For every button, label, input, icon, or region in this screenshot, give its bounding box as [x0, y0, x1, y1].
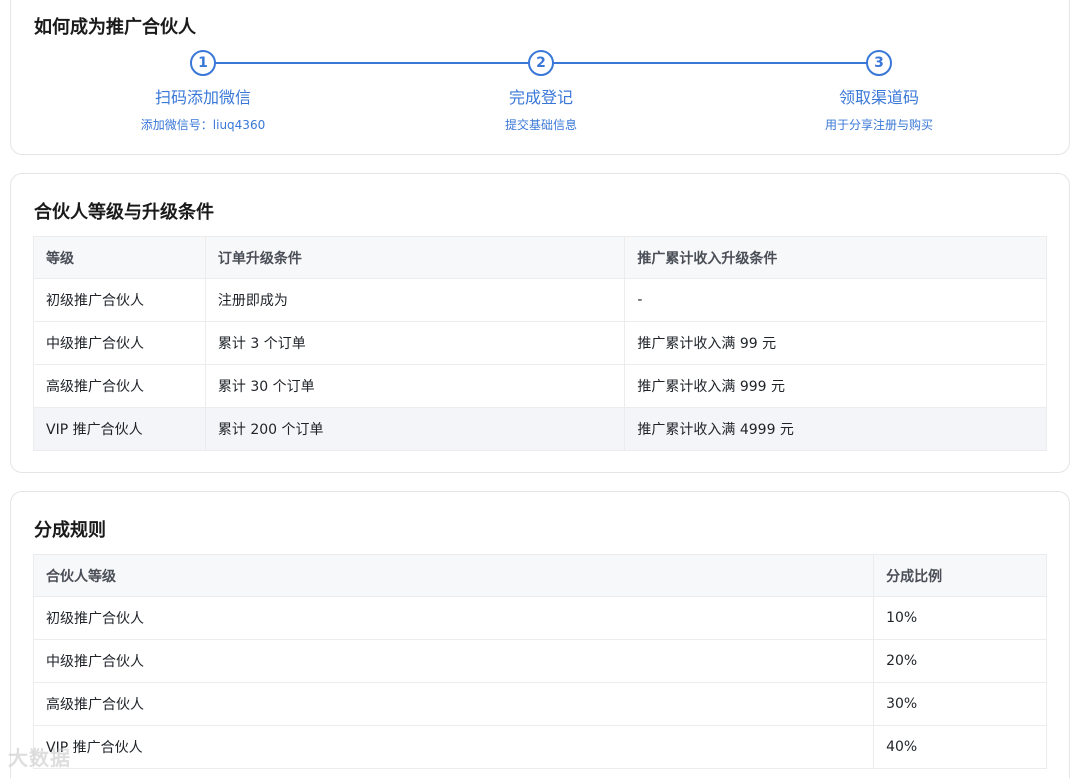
- table-row: 中级推广合伙人 20%: [32, 639, 1047, 683]
- levels-card: 合伙人等级与升级条件 等级 订单升级条件 推广累计收入升级条件 初级推广合伙人 …: [10, 173, 1070, 473]
- step-desc: 添加微信号：liuq4360: [140, 118, 266, 132]
- table-cell: 20%: [873, 639, 1047, 683]
- table-row: VIP 推广合伙人 累计 200 个订单 推广累计收入满 4999 元: [33, 407, 1047, 451]
- table-header-row: 合伙人等级 分成比例: [32, 554, 1047, 597]
- step-number: 2: [528, 50, 554, 76]
- table-cell: 推广累计收入满 999 元: [624, 364, 1047, 408]
- commission-table: 合伙人等级 分成比例 初级推广合伙人 10% 中级推广合伙人 20% 高级推广合…: [32, 554, 1047, 769]
- step-number: 3: [866, 50, 892, 76]
- column-header: 合伙人等级: [32, 554, 875, 597]
- table-cell: 推广累计收入满 99 元: [624, 321, 1047, 365]
- commission-card: 分成规则 合伙人等级 分成比例 初级推广合伙人 10% 中级推广合伙人 20% …: [10, 491, 1070, 778]
- table-cell: 中级推广合伙人: [33, 321, 206, 365]
- how-to-join-card: 如何成为推广合伙人 1 扫码添加微信 添加微信号：liuq4360 2 完成登记…: [10, 0, 1070, 155]
- section-title: 合伙人等级与升级条件: [34, 202, 214, 223]
- table-cell: 10%: [873, 596, 1047, 640]
- table-cell: 中级推广合伙人: [32, 639, 875, 683]
- table-cell: 30%: [873, 682, 1047, 726]
- table-cell: 推广累计收入满 4999 元: [624, 407, 1047, 451]
- table-cell: 累计 3 个订单: [204, 321, 626, 365]
- step-desc: 用于分享注册与购买: [824, 118, 933, 132]
- table-cell: 高级推广合伙人: [32, 682, 875, 726]
- table-row: 中级推广合伙人 累计 3 个订单 推广累计收入满 99 元: [33, 321, 1047, 365]
- table-row: VIP 推广合伙人 40%: [32, 725, 1047, 769]
- table-cell: 高级推广合伙人: [33, 364, 206, 408]
- table-cell: 注册即成为: [204, 278, 626, 322]
- table-row: 初级推广合伙人 注册即成为 -: [33, 278, 1047, 322]
- section-title: 分成规则: [34, 520, 106, 541]
- step-desc: 提交基础信息: [504, 118, 577, 132]
- step-title: 扫码添加微信: [154, 88, 251, 107]
- section-title: 如何成为推广合伙人: [34, 17, 196, 38]
- table-cell: 初级推广合伙人: [33, 278, 206, 322]
- step-title: 领取渠道码: [838, 88, 919, 107]
- levels-table: 等级 订单升级条件 推广累计收入升级条件 初级推广合伙人 注册即成为 - 中级推…: [33, 236, 1047, 451]
- table-row: 高级推广合伙人 累计 30 个订单 推广累计收入满 999 元: [33, 364, 1047, 408]
- table-row: 初级推广合伙人 10%: [32, 596, 1047, 640]
- column-header: 等级: [33, 236, 206, 279]
- table-cell: VIP 推广合伙人: [32, 725, 875, 769]
- step-number: 1: [190, 50, 216, 76]
- watermark: 大数据: [8, 746, 71, 770]
- column-header: 推广累计收入升级条件: [624, 236, 1047, 279]
- table-row: 高级推广合伙人 30%: [32, 682, 1047, 726]
- column-header: 订单升级条件: [204, 236, 626, 279]
- table-header-row: 等级 订单升级条件 推广累计收入升级条件: [33, 236, 1047, 279]
- table-cell: 40%: [873, 725, 1047, 769]
- step-2: 2 完成登记 提交基础信息: [421, 50, 661, 133]
- table-cell: 累计 200 个订单: [204, 407, 626, 451]
- table-cell: 累计 30 个订单: [204, 364, 626, 408]
- table-cell: -: [624, 278, 1047, 322]
- step-title: 完成登记: [508, 88, 573, 107]
- step-3: 3 领取渠道码 用于分享注册与购买: [759, 50, 999, 133]
- step-1: 1 扫码添加微信 添加微信号：liuq4360: [83, 50, 323, 133]
- table-cell: VIP 推广合伙人: [33, 407, 206, 451]
- table-cell: 初级推广合伙人: [32, 596, 875, 640]
- column-header: 分成比例: [873, 554, 1047, 597]
